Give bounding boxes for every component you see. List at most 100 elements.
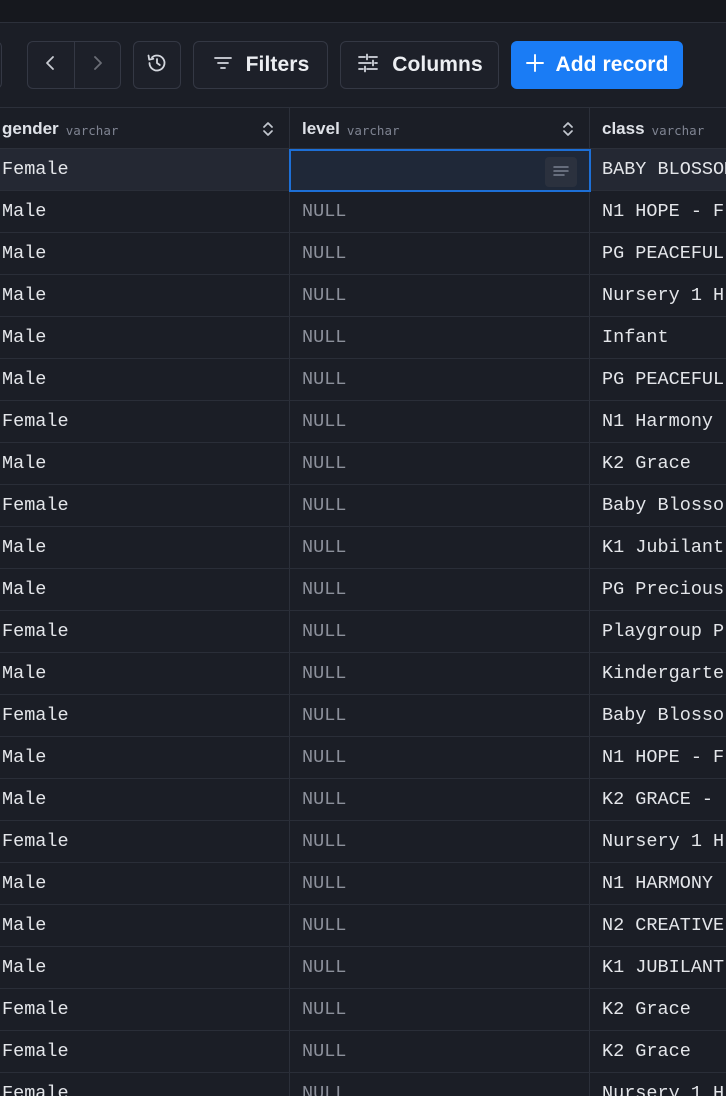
- table-row[interactable]: Male NULL K1 Jubilant: [0, 527, 726, 569]
- cell-class[interactable]: BABY BLOSSOM: [602, 149, 726, 190]
- table-row[interactable]: Male NULL Infant: [0, 317, 726, 359]
- cell-class[interactable]: Baby Blosso: [602, 485, 726, 526]
- cell-class[interactable]: Nursery 1 H: [602, 1073, 726, 1096]
- filters-button[interactable]: Filters: [193, 41, 328, 89]
- cell-gender[interactable]: Male: [2, 275, 288, 316]
- cell-gender[interactable]: Female: [2, 989, 288, 1030]
- table-row[interactable]: Male NULL K2 Grace: [0, 443, 726, 485]
- cell-expand-button[interactable]: [545, 157, 577, 187]
- cell-gender[interactable]: Male: [2, 905, 288, 946]
- cell-class[interactable]: K2 GRACE -: [602, 779, 726, 820]
- cell-level[interactable]: NULL: [302, 569, 587, 610]
- cell-gender[interactable]: Male: [2, 191, 288, 232]
- cell-level[interactable]: NULL: [302, 317, 587, 358]
- cell-level[interactable]: NULL: [302, 821, 587, 862]
- column-header-level[interactable]: level varchar: [290, 108, 589, 149]
- cell-gender[interactable]: Male: [2, 947, 288, 988]
- cell-class[interactable]: N1 HOPE - F: [602, 191, 726, 232]
- cell-level[interactable]: NULL: [302, 779, 587, 820]
- cell-level[interactable]: NULL: [302, 1031, 587, 1072]
- table-row[interactable]: Male NULL PG Precious: [0, 569, 726, 611]
- cell-gender[interactable]: Female: [2, 401, 288, 442]
- cell-gender[interactable]: Female: [2, 611, 288, 652]
- cell-level[interactable]: NULL: [302, 1073, 587, 1096]
- cell-class[interactable]: Playgroup P: [602, 611, 726, 652]
- cell-level[interactable]: NULL: [302, 611, 587, 652]
- cell-gender[interactable]: Female: [2, 1031, 288, 1072]
- cell-level[interactable]: NULL: [302, 401, 587, 442]
- columns-button[interactable]: Columns: [340, 41, 499, 89]
- table-row[interactable]: Male NULL PG PEACEFUL: [0, 233, 726, 275]
- cell-gender[interactable]: Female: [2, 695, 288, 736]
- cell-gender[interactable]: Female: [2, 821, 288, 862]
- sort-toggle-icon[interactable]: [261, 119, 275, 143]
- table-row[interactable]: Female NULL Baby Blosso: [0, 695, 726, 737]
- cell-gender[interactable]: Male: [2, 317, 288, 358]
- cell-class[interactable]: N2 CREATIVE: [602, 905, 726, 946]
- history-button[interactable]: [133, 41, 181, 89]
- cell-gender[interactable]: Female: [2, 1073, 288, 1096]
- cell-gender[interactable]: Female: [2, 149, 288, 190]
- cell-gender[interactable]: Male: [2, 653, 288, 694]
- cell-level[interactable]: NULL: [302, 443, 587, 484]
- cell-gender[interactable]: Male: [2, 359, 288, 400]
- cell-level[interactable]: NULL: [302, 485, 587, 526]
- table-row[interactable]: Male NULL N1 HOPE - F: [0, 191, 726, 233]
- focused-cell[interactable]: [289, 149, 591, 192]
- cell-class[interactable]: Nursery 1 H: [602, 821, 726, 862]
- cell-level[interactable]: NULL: [302, 947, 587, 988]
- cell-gender[interactable]: Male: [2, 527, 288, 568]
- table-row[interactable]: Male NULL N2 CREATIVE: [0, 905, 726, 947]
- cell-level[interactable]: NULL: [302, 527, 587, 568]
- cell-gender[interactable]: Male: [2, 569, 288, 610]
- cell-level[interactable]: NULL: [302, 695, 587, 736]
- cell-class[interactable]: N1 Harmony: [602, 401, 726, 442]
- table-row[interactable]: Male NULL K1 JUBILANT: [0, 947, 726, 989]
- table-row[interactable]: Male NULL Kindergarte: [0, 653, 726, 695]
- cell-level[interactable]: NULL: [302, 989, 587, 1030]
- cell-class[interactable]: Nursery 1 H: [602, 275, 726, 316]
- cell-level[interactable]: NULL: [302, 191, 587, 232]
- cell-class[interactable]: Baby Blosso: [602, 695, 726, 736]
- cell-gender[interactable]: Male: [2, 443, 288, 484]
- table-row[interactable]: Male NULL N1 HARMONY: [0, 863, 726, 905]
- cell-class[interactable]: Kindergarte: [602, 653, 726, 694]
- add-record-button[interactable]: Add record: [511, 41, 683, 89]
- cell-level[interactable]: NULL: [302, 653, 587, 694]
- table-row[interactable]: Female NULL Nursery 1 H: [0, 821, 726, 863]
- cell-gender[interactable]: Male: [2, 779, 288, 820]
- table-row[interactable]: Female NULL Nursery 1 H: [0, 1073, 726, 1096]
- cell-class[interactable]: K1 JUBILANT: [602, 947, 726, 988]
- column-header-class[interactable]: class varchar: [590, 108, 726, 149]
- cell-level[interactable]: NULL: [302, 359, 587, 400]
- cell-class[interactable]: K2 Grace: [602, 1031, 726, 1072]
- cell-class[interactable]: N1 HOPE - F: [602, 737, 726, 778]
- cell-gender[interactable]: Male: [2, 737, 288, 778]
- cell-class[interactable]: K1 Jubilant: [602, 527, 726, 568]
- cell-class[interactable]: Infant: [602, 317, 726, 358]
- column-header-gender[interactable]: gender varchar: [0, 108, 289, 149]
- cell-level[interactable]: NULL: [302, 905, 587, 946]
- cell-level[interactable]: NULL: [302, 233, 587, 274]
- toolbar-edge-button[interactable]: [0, 41, 2, 89]
- table-row[interactable]: Female NULL N1 Harmony: [0, 401, 726, 443]
- cell-level[interactable]: NULL: [302, 863, 587, 904]
- table-row[interactable]: Female NULL Baby Blosso: [0, 485, 726, 527]
- cell-gender[interactable]: Male: [2, 233, 288, 274]
- cell-gender[interactable]: Male: [2, 863, 288, 904]
- table-row[interactable]: Male NULL Nursery 1 H: [0, 275, 726, 317]
- table-row[interactable]: Female NULL K2 Grace: [0, 1031, 726, 1073]
- forward-button[interactable]: [74, 42, 120, 88]
- cell-class[interactable]: PG PEACEFUL: [602, 233, 726, 274]
- table-row[interactable]: Male NULL K2 GRACE -: [0, 779, 726, 821]
- cell-gender[interactable]: Female: [2, 485, 288, 526]
- cell-level[interactable]: NULL: [302, 275, 587, 316]
- cell-level[interactable]: NULL: [302, 737, 587, 778]
- back-button[interactable]: [28, 42, 74, 88]
- cell-class[interactable]: PG Precious: [602, 569, 726, 610]
- cell-class[interactable]: N1 HARMONY: [602, 863, 726, 904]
- table-row[interactable]: Male NULL N1 HOPE - F: [0, 737, 726, 779]
- table-row[interactable]: Female NULL K2 Grace: [0, 989, 726, 1031]
- cell-class[interactable]: K2 Grace: [602, 443, 726, 484]
- table-row[interactable]: Female NULL Playgroup P: [0, 611, 726, 653]
